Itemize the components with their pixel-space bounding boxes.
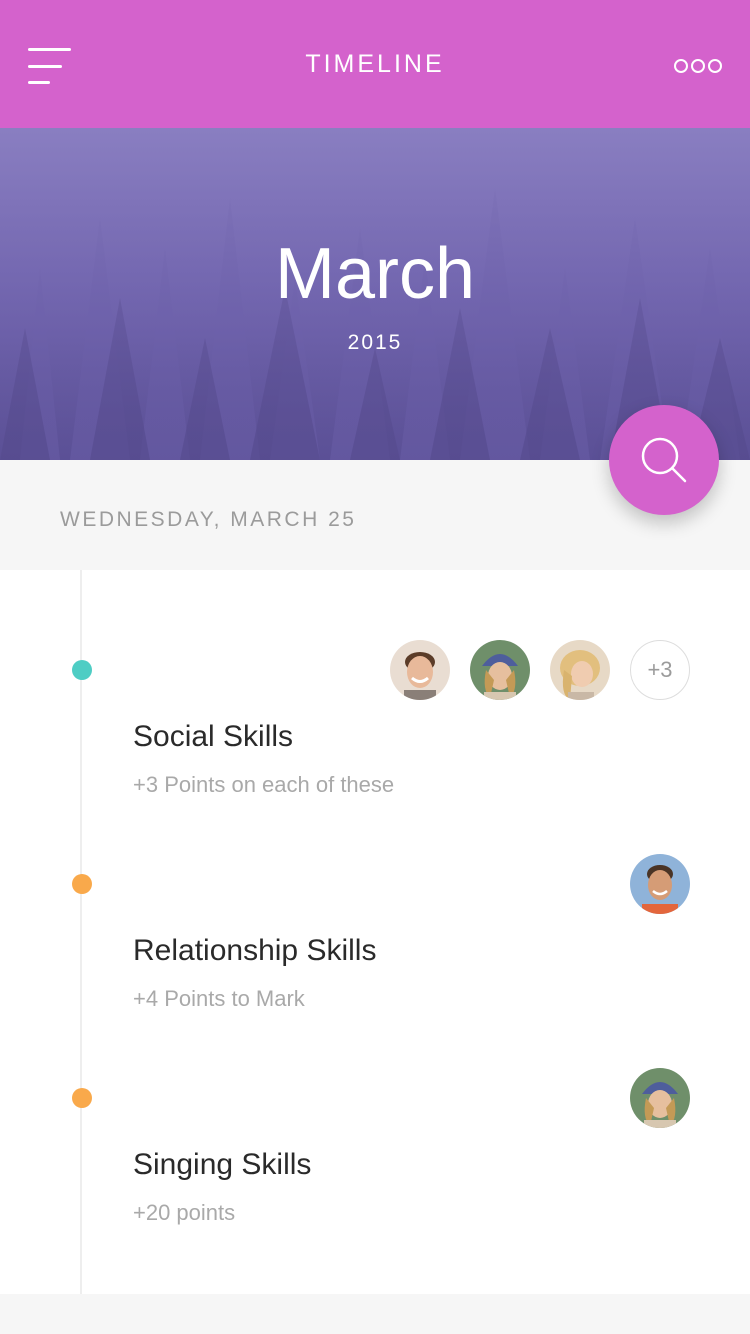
- date-label: WEDNESDAY, MARCH 25: [60, 508, 357, 531]
- entry-title: Singing Skills: [133, 1148, 312, 1181]
- entry-title: Relationship Skills: [133, 934, 377, 967]
- avatar-woman-beanie[interactable]: [470, 640, 530, 700]
- timeline-list: +3 Social Skills +3 Points on each of th…: [0, 570, 750, 1294]
- timeline-dot: [72, 874, 92, 894]
- entry-subtitle: +20 points: [133, 1200, 236, 1225]
- timeline-dot: [72, 1088, 92, 1108]
- more-participants-badge[interactable]: +3: [630, 640, 690, 700]
- entry-subtitle: +4 Points to Mark: [133, 986, 305, 1011]
- timeline-dot: [72, 660, 92, 680]
- search-button[interactable]: [609, 405, 719, 515]
- more-dots-icon[interactable]: [674, 59, 722, 75]
- timeline-item-social-skills[interactable]: +3 Social Skills +3 Points on each of th…: [0, 630, 750, 844]
- page-title: TIMELINE: [305, 50, 445, 78]
- bottom-spacer: [0, 1294, 750, 1334]
- timeline-item-singing-skills[interactable]: Singing Skills +20 points: [0, 1058, 750, 1272]
- hero-banner: March 2015: [0, 128, 750, 460]
- avatar-woman-blonde[interactable]: [550, 640, 610, 700]
- hero-month: March: [274, 234, 476, 314]
- avatar-woman-beanie[interactable]: [630, 1068, 690, 1128]
- entry-subtitle: +3 Points on each of these: [133, 772, 395, 797]
- app-header: TIMELINE: [0, 0, 750, 128]
- search-icon: [641, 437, 687, 483]
- hero-year: 2015: [347, 331, 403, 354]
- timeline-item-relationship-skills[interactable]: Relationship Skills +4 Points to Mark: [0, 844, 750, 1058]
- entry-title: Social Skills: [133, 720, 294, 753]
- avatar-man-smiling[interactable]: [390, 640, 450, 700]
- avatar-man-outdoor[interactable]: [630, 854, 690, 914]
